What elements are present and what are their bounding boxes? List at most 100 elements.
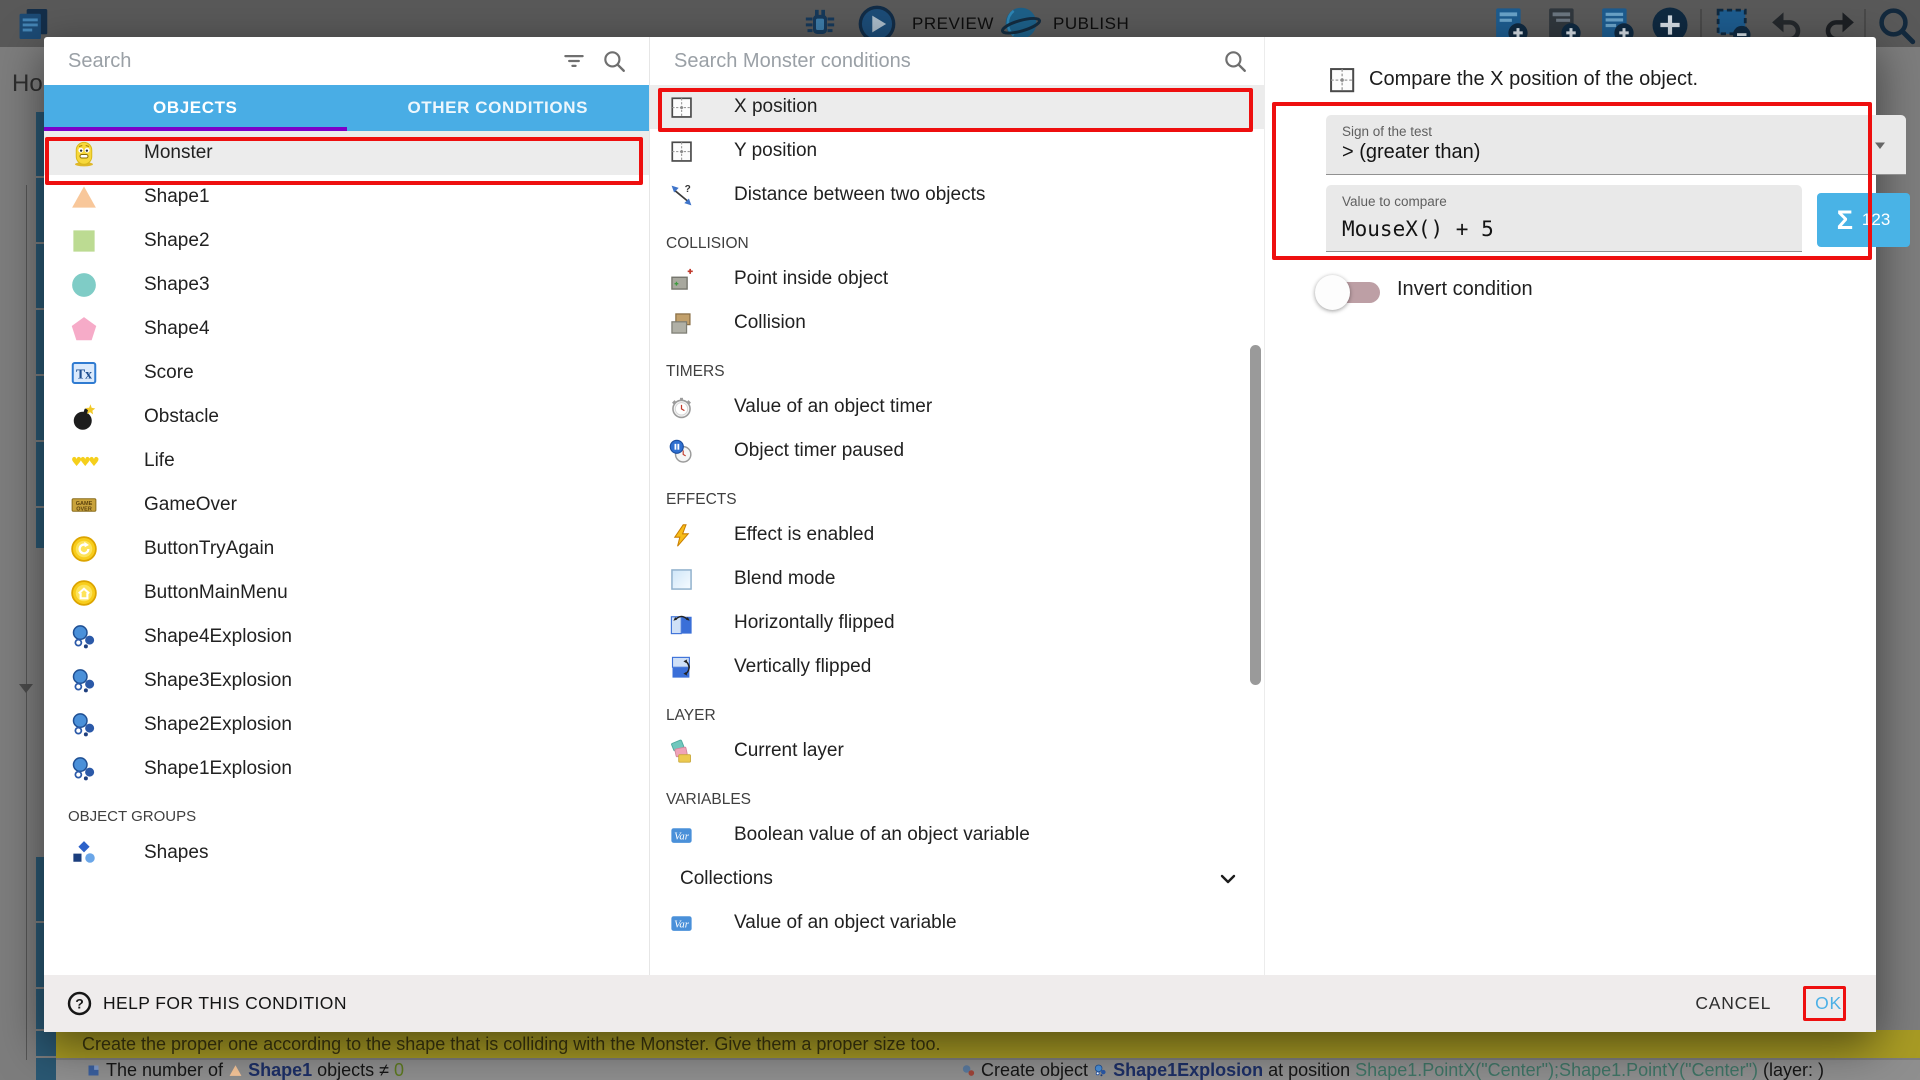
help-link[interactable]: HELP FOR THIS CONDITION <box>103 993 347 1014</box>
gameover-icon: GAMEOVER <box>69 490 99 520</box>
flip-h-icon <box>668 610 695 637</box>
flip-v-icon <box>668 654 695 681</box>
object-row[interactable]: Obstacle <box>44 395 649 439</box>
condition-section-header: LAYER <box>650 689 1264 729</box>
condition-row[interactable]: ? Distance between two objects <box>650 173 1264 217</box>
toolbar-separator <box>1700 9 1702 37</box>
object-row[interactable]: Shape4 <box>44 307 649 351</box>
invert-condition-toggle-knob[interactable] <box>1315 275 1350 310</box>
conditions-search-input[interactable] <box>650 37 1264 85</box>
tab-objects[interactable]: OBJECTS <box>44 85 347 131</box>
annotation-x-position-row <box>658 88 1253 132</box>
tab-other-conditions[interactable]: OTHER CONDITIONS <box>347 85 650 131</box>
objects-search-input[interactable] <box>44 37 649 85</box>
condition-row[interactable]: Blend mode <box>650 557 1264 601</box>
condition-row[interactable]: Object timer paused <box>650 429 1264 473</box>
svg-text:?: ? <box>685 184 691 195</box>
search-icon[interactable] <box>1222 48 1248 74</box>
event-condition-text: The number of Shape1 objects ≠ 0 <box>86 1060 404 1080</box>
text-object-icon: Tx <box>69 358 99 388</box>
shape-triangle-icon <box>69 182 99 212</box>
object-row[interactable]: Shape2 <box>44 219 649 263</box>
collections-collapse-row[interactable]: Collections <box>650 857 1264 901</box>
condition-row[interactable]: Y position <box>650 129 1264 173</box>
button-restart-icon <box>69 534 99 564</box>
particles-icon <box>1093 1062 1108 1077</box>
section-header: OBJECT GROUPS <box>44 791 649 831</box>
timer-paused-icon <box>668 438 695 465</box>
condition-section-header: TIMERS <box>650 345 1264 385</box>
event-row: The number of Shape1 objects ≠ 0 Create … <box>56 1060 1920 1080</box>
condition-section-header: EFFECTS <box>650 473 1264 513</box>
button-home-icon <box>69 578 99 608</box>
svg-text:Var: Var <box>674 918 690 930</box>
chevron-down-icon <box>1216 867 1240 891</box>
condition-description: Compare the X position of the object. <box>1369 68 1698 91</box>
filter-icon[interactable] <box>561 48 587 74</box>
layers-icon <box>668 738 695 765</box>
svg-text:?: ? <box>75 995 84 1011</box>
object-row[interactable]: Shape3Explosion <box>44 659 649 703</box>
condition-section-header: COLLISION <box>650 217 1264 257</box>
svg-text:OVER: OVER <box>76 506 92 512</box>
effect-icon <box>668 522 695 549</box>
var-icon: Var <box>668 910 695 937</box>
object-row[interactable]: ♥♥♥ Life <box>44 439 649 483</box>
object-row[interactable]: Tx Score <box>44 351 649 395</box>
particles-icon <box>69 754 99 784</box>
event-comment-row: Create the proper one according to the s… <box>56 1030 1920 1058</box>
condition-row[interactable]: Point inside object <box>650 257 1264 301</box>
position-icon <box>668 138 695 165</box>
conditions-panel: X position Y position ? Distance between… <box>650 37 1264 975</box>
condition-row[interactable]: Collision <box>650 301 1264 345</box>
condition-icon <box>86 1062 101 1077</box>
dialog-footer: ? HELP FOR THIS CONDITION CANCEL OK <box>44 975 1876 1032</box>
condition-row[interactable]: Var Boolean value of an object variable <box>650 813 1264 857</box>
object-row[interactable]: ButtonTryAgain <box>44 527 649 571</box>
svg-text:♥♥♥: ♥♥♥ <box>71 454 99 469</box>
condition-row[interactable]: Horizontally flipped <box>650 601 1264 645</box>
cancel-button[interactable]: CANCEL <box>1695 993 1771 1014</box>
condition-row[interactable]: Current layer <box>650 729 1264 773</box>
annotation-ok-button <box>1803 986 1846 1021</box>
x-position-icon <box>1326 64 1358 96</box>
shape1-icon <box>228 1062 243 1077</box>
event-cell <box>36 1058 56 1080</box>
object-row[interactable]: Shape3 <box>44 263 649 307</box>
object-row[interactable]: Shape2Explosion <box>44 703 649 747</box>
object-row[interactable]: ButtonMainMenu <box>44 571 649 615</box>
conditions-list: X position Y position ? Distance between… <box>650 85 1264 975</box>
create-object-icon <box>961 1062 976 1077</box>
object-row[interactable]: Shapes <box>44 831 649 875</box>
collision-icon <box>668 310 695 337</box>
search-events-icon[interactable] <box>1876 5 1918 47</box>
condition-row[interactable]: Var Value of an object variable <box>650 901 1264 945</box>
objects-search-row <box>44 37 649 85</box>
objects-list: Monster Shape1 Shape2 Shape3 Shape4 <box>44 131 649 975</box>
conditions-search-row <box>650 37 1264 85</box>
home-tab: Ho <box>12 70 44 98</box>
event-tree-arrow <box>19 684 33 693</box>
condition-row[interactable]: Vertically flipped <box>650 645 1264 689</box>
event-tree-line <box>26 185 27 1060</box>
event-cell <box>36 1031 56 1056</box>
svg-text:Var: Var <box>674 830 690 842</box>
condition-row[interactable]: Value of an object timer <box>650 385 1264 429</box>
bomb-icon <box>69 402 99 432</box>
blend-icon <box>668 566 695 593</box>
hearts-icon: ♥♥♥ <box>69 446 99 476</box>
group-shapes-icon <box>69 838 99 868</box>
conditions-scrollbar[interactable] <box>1250 345 1261 685</box>
distance-icon: ? <box>668 182 695 209</box>
search-icon[interactable] <box>601 48 627 74</box>
help-icon[interactable]: ? <box>66 990 93 1017</box>
object-row[interactable]: Shape1Explosion <box>44 747 649 791</box>
shape-circle-icon <box>69 270 99 300</box>
condition-row[interactable]: Effect is enabled <box>650 513 1264 557</box>
condition-section-header: VARIABLES <box>650 773 1264 813</box>
invert-condition-label: Invert condition <box>1397 278 1533 301</box>
object-row[interactable]: Shape4Explosion <box>44 615 649 659</box>
gdevelop-screen: PREVIEW PUBLISH Ho Create the proper one… <box>0 0 1920 1080</box>
shape-pentagon-icon <box>69 314 99 344</box>
object-row[interactable]: GAMEOVER GameOver <box>44 483 649 527</box>
